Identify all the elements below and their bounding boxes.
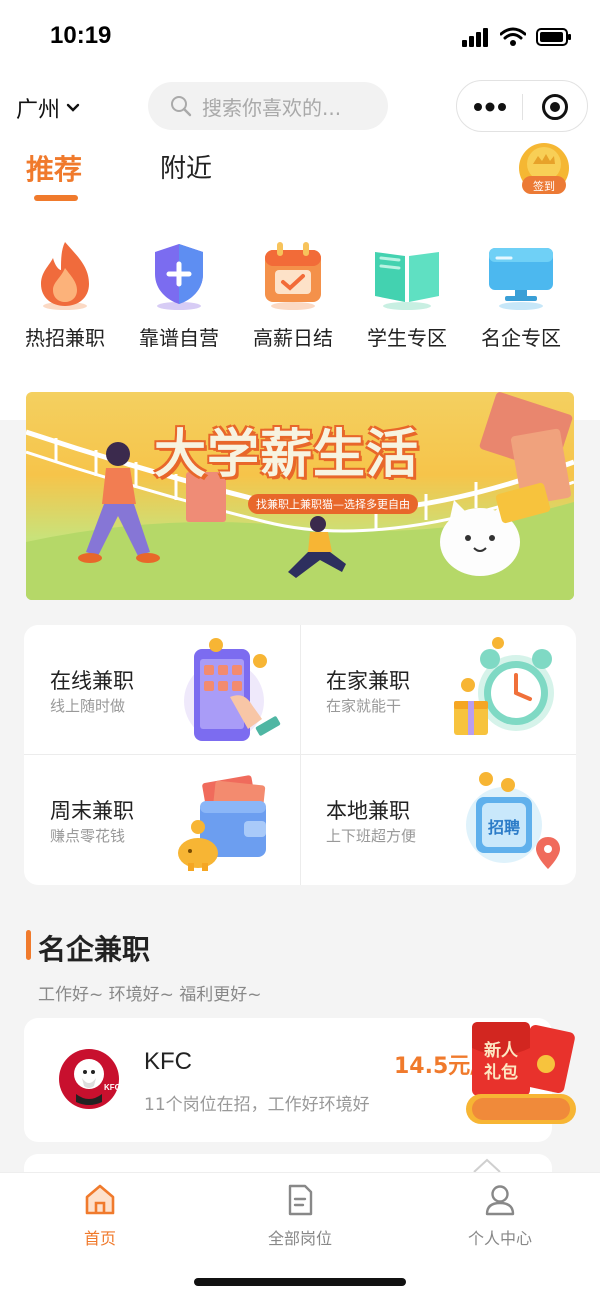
more-icon[interactable] (473, 98, 507, 116)
home-indicator (194, 1278, 406, 1286)
alarm-clock-icon (454, 637, 554, 735)
status-time: 10:19 (50, 22, 112, 49)
recruit-bag-icon: 招聘 (466, 772, 560, 869)
job-type-online[interactable]: 在线兼职 线上随时做 (24, 625, 300, 754)
section-subtitle: 工作好~ 环境好~ 福利更好~ (38, 985, 262, 1005)
monitor-icon (489, 248, 553, 310)
document-icon (288, 1184, 313, 1216)
city-label: 广州 (16, 98, 61, 123)
capsule-divider (522, 94, 523, 120)
job-type-home[interactable]: 在家兼职 在家就能干 (300, 625, 576, 754)
category-daily-pay[interactable]: 高薪日结 (236, 238, 350, 351)
tab-nearby[interactable]: 附近 (160, 148, 212, 185)
fire-icon (41, 242, 89, 310)
job-type-subtitle: 在家就能干 (326, 697, 402, 715)
kfc-logo: KFC (59, 1049, 120, 1109)
job-type-subtitle: 赚点零花钱 (50, 827, 126, 845)
company-name: KFC (144, 1048, 192, 1075)
banner-subtitle: 找兼职上兼职猫—选择多更自由 (248, 494, 418, 514)
status-icons (462, 27, 572, 47)
job-type-grid: 在线兼职 线上随时做 在家兼职 在家就能干 周末兼职 赚点零花钱 本地兼职 上下… (24, 625, 576, 885)
job-type-title: 在家兼职 (326, 669, 410, 693)
miniprogram-capsule (456, 80, 588, 132)
tabbar-all-jobs[interactable]: 全部岗位 (235, 1183, 365, 1249)
job-type-local[interactable]: 本地兼职 上下班超方便 招聘 (300, 755, 576, 884)
phone-tap-icon (184, 638, 281, 741)
search-placeholder: 搜索你喜欢的... (202, 95, 342, 120)
wallet-icon (178, 775, 266, 871)
job-type-title: 周末兼职 (50, 799, 134, 823)
tabbar-profile[interactable]: 个人中心 (435, 1183, 565, 1249)
category-label: 高薪日结 (253, 326, 333, 350)
tabbar-label: 个人中心 (467, 1229, 532, 1248)
newcomer-gift-icon[interactable]: 新人 礼包 (462, 1018, 580, 1128)
tabbar-label: 全部岗位 (267, 1229, 332, 1248)
signin-badge[interactable]: 签到 (516, 142, 572, 198)
section-title: 名企兼职 (38, 933, 151, 966)
category-label: 热招兼职 (25, 326, 105, 350)
close-target-icon[interactable] (541, 93, 569, 121)
tabbar-label: 首页 (83, 1229, 116, 1248)
category-label: 靠谱自营 (139, 326, 219, 350)
signin-label: 签到 (533, 179, 555, 193)
home-icon (85, 1184, 115, 1215)
job-type-subtitle: 线上随时做 (50, 697, 126, 715)
battery-icon (536, 28, 571, 46)
signal-icon (462, 28, 488, 47)
svg-text:招聘: 招聘 (488, 818, 520, 837)
category-hot-jobs[interactable]: 热招兼职 (8, 238, 122, 351)
book-icon (375, 252, 439, 310)
job-type-subtitle: 上下班超方便 (326, 827, 417, 845)
category-self-run[interactable]: 靠谱自营 (122, 238, 236, 351)
city-picker[interactable]: 广州 (16, 92, 80, 124)
category-label: 学生专区 (367, 326, 447, 350)
tabbar-home[interactable]: 首页 (35, 1183, 165, 1249)
chevron-down-icon (66, 103, 80, 112)
category-famous-company[interactable]: 名企专区 (464, 238, 578, 351)
company-description: 11个岗位在招，工作好环境好 (144, 1095, 370, 1115)
search-input[interactable]: 搜索你喜欢的... (148, 82, 388, 130)
banner-title: 大学薪生活 (154, 425, 420, 485)
search-icon (171, 96, 192, 117)
job-type-title: 本地兼职 (326, 799, 410, 823)
wifi-icon (500, 27, 526, 46)
svg-text:KFC: KFC (104, 1083, 120, 1092)
user-icon (485, 1185, 515, 1216)
status-bar: 10:19 (0, 0, 600, 76)
tab-active-indicator (34, 195, 78, 201)
promo-banner[interactable]: 大学薪生活 找兼职上兼职猫—选择多更自由 (26, 392, 574, 600)
tab-recommend[interactable]: 推荐 (26, 148, 82, 188)
shield-plus-icon (155, 244, 203, 310)
gift-label-line1: 新人 (484, 1040, 519, 1061)
category-label: 名企专区 (481, 326, 561, 350)
category-student[interactable]: 学生专区 (350, 238, 464, 351)
job-type-weekend[interactable]: 周末兼职 赚点零花钱 (24, 755, 300, 884)
gift-label-line2: 礼包 (484, 1062, 518, 1083)
calendar-check-icon (265, 242, 321, 310)
job-type-title: 在线兼职 (50, 669, 134, 693)
section-accent-bar (26, 930, 31, 960)
